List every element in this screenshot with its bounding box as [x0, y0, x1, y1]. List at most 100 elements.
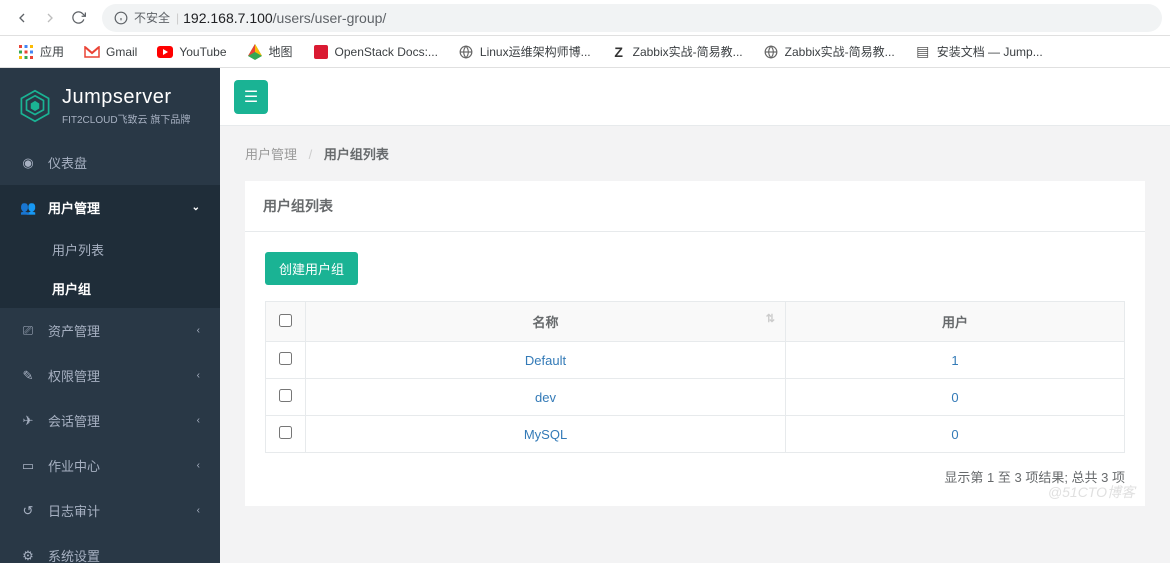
sidebar-item-settings[interactable]: ⚙ 系统设置: [0, 533, 220, 563]
bookmark-label: YouTube: [179, 45, 226, 59]
youtube-icon: [157, 44, 173, 60]
bookmark-label: 地图: [269, 43, 293, 60]
row-checkbox[interactable]: [279, 426, 292, 439]
address-bar[interactable]: 不安全 | 192.168.7.100/users/user-group/: [102, 4, 1162, 32]
sidebar-item-sessions[interactable]: ✈ 会话管理 ‹: [0, 398, 220, 443]
bookmark-openstack[interactable]: OpenStack Docs:...: [305, 40, 446, 64]
terminal-icon: ▭: [20, 458, 36, 474]
bookmark-maps[interactable]: 地图: [239, 39, 301, 64]
sidebar-item-label: 日志审计: [48, 501, 100, 520]
edit-icon: ✎: [20, 368, 36, 384]
sidebar-item-assets[interactable]: ⎚ 资产管理 ‹: [0, 308, 220, 353]
group-users-link[interactable]: 0: [951, 390, 958, 405]
group-users-link[interactable]: 0: [951, 427, 958, 442]
maps-icon: [247, 44, 263, 60]
url-path: /users/user-group/: [273, 10, 387, 26]
sidebar-subitem-userlist[interactable]: 用户列表: [0, 230, 220, 269]
table-info: 显示第 1 至 3 项结果; 总共 3 项: [265, 467, 1125, 486]
back-button[interactable]: [8, 4, 36, 32]
logo[interactable]: Jumpserver FIT2CLOUD飞致云 旗下品牌: [0, 68, 220, 140]
panel: 用户组列表 创建用户组 名称⇅ 用户 Default: [245, 181, 1145, 506]
sidebar-item-label: 资产管理: [48, 321, 100, 340]
bookmark-zabbix2[interactable]: Zabbix实战-简易教...: [755, 39, 903, 64]
history-icon: ↺: [20, 503, 36, 519]
info-icon: [114, 11, 128, 25]
sidebar-item-audits[interactable]: ↺ 日志审计 ‹: [0, 488, 220, 533]
globe-icon: [458, 44, 474, 60]
forward-button[interactable]: [36, 4, 64, 32]
sidebar-item-label: 系统设置: [48, 546, 100, 563]
group-name-link[interactable]: dev: [535, 390, 556, 405]
row-checkbox[interactable]: [279, 389, 292, 402]
chevron-left-icon: ‹: [197, 460, 200, 471]
bookmark-linux[interactable]: Linux运维架构师博...: [450, 39, 599, 64]
sidebar-toggle-button[interactable]: ☰: [234, 80, 268, 114]
inbox-icon: ⎚: [20, 323, 36, 339]
sort-icon: ⇅: [766, 312, 775, 325]
column-users[interactable]: 用户: [786, 302, 1125, 342]
breadcrumb: 用户管理 / 用户组列表: [220, 126, 1170, 181]
rocket-icon: ✈: [20, 413, 36, 429]
gear-icon: ⚙: [20, 548, 36, 563]
row-checkbox[interactable]: [279, 352, 292, 365]
globe-icon: [763, 44, 779, 60]
sidebar-item-users[interactable]: 👥 用户管理 ⌄: [0, 185, 220, 230]
select-all-checkbox[interactable]: [279, 314, 292, 327]
reload-button[interactable]: [64, 4, 92, 32]
table-row: dev 0: [266, 379, 1125, 416]
zabbix-icon: Z: [611, 44, 627, 60]
usergroup-table: 名称⇅ 用户 Default 1 dev 0: [265, 301, 1125, 453]
menu-icon: ☰: [244, 87, 258, 107]
bookmark-label: Zabbix实战-简易教...: [633, 43, 743, 60]
group-name-link[interactable]: MySQL: [524, 427, 567, 442]
chevron-left-icon: ‹: [197, 505, 200, 516]
bookmark-label: Zabbix实战-简易教...: [785, 43, 895, 60]
browser-nav-bar: 不安全 | 192.168.7.100/users/user-group/: [0, 0, 1170, 36]
bookmark-label: 安装文档 — Jump...: [937, 43, 1043, 60]
group-users-link[interactable]: 1: [951, 353, 958, 368]
bookmark-label: Gmail: [106, 45, 137, 59]
sidebar-item-label: 仪表盘: [48, 153, 87, 172]
sidebar-item-label: 用户组: [52, 282, 91, 297]
dashboard-icon: ◉: [20, 155, 36, 171]
logo-icon: [18, 89, 52, 123]
group-name-link[interactable]: Default: [525, 353, 566, 368]
create-usergroup-button[interactable]: 创建用户组: [265, 252, 358, 285]
column-name[interactable]: 名称⇅: [306, 302, 786, 342]
doc-icon: ▤: [915, 44, 931, 60]
bookmarks-bar: 应用 Gmail YouTube 地图 OpenStack Docs:... L…: [0, 36, 1170, 68]
watermark: @51CTO博客: [1048, 482, 1135, 502]
sidebar-subitem-usergroup[interactable]: 用户组: [0, 269, 220, 308]
bookmark-apps[interactable]: 应用: [10, 39, 72, 64]
select-all-header: [266, 302, 306, 342]
bookmark-label: 应用: [40, 43, 64, 60]
bookmark-zabbix1[interactable]: Z Zabbix实战-简易教...: [603, 39, 751, 64]
chevron-left-icon: ‹: [197, 370, 200, 381]
bookmark-youtube[interactable]: YouTube: [149, 40, 234, 64]
bookmark-label: Linux运维架构师博...: [480, 43, 591, 60]
chevron-down-icon: ⌄: [192, 202, 200, 213]
sidebar-item-label: 会话管理: [48, 411, 100, 430]
panel-title: 用户组列表: [245, 181, 1145, 232]
bookmark-install[interactable]: ▤ 安装文档 — Jump...: [907, 39, 1051, 64]
logo-title: Jumpserver: [62, 86, 190, 109]
sidebar-item-dashboard[interactable]: ◉ 仪表盘: [0, 140, 220, 185]
sidebar-item-perms[interactable]: ✎ 权限管理 ‹: [0, 353, 220, 398]
bookmark-gmail[interactable]: Gmail: [76, 40, 145, 64]
users-icon: 👥: [20, 200, 36, 216]
table-row: MySQL 0: [266, 416, 1125, 453]
breadcrumb-separator: /: [309, 147, 313, 162]
breadcrumb-parent[interactable]: 用户管理: [245, 147, 297, 162]
url-host: 192.168.7.100: [183, 10, 273, 26]
gmail-icon: [84, 44, 100, 60]
logo-subtitle: FIT2CLOUD飞致云 旗下品牌: [62, 111, 190, 126]
security-label: 不安全: [134, 9, 170, 26]
breadcrumb-current: 用户组列表: [324, 147, 389, 162]
sidebar-item-label: 用户列表: [52, 243, 104, 258]
chevron-left-icon: ‹: [197, 325, 200, 336]
table-row: Default 1: [266, 342, 1125, 379]
sidebar-item-label: 权限管理: [48, 366, 100, 385]
sidebar-item-jobs[interactable]: ▭ 作业中心 ‹: [0, 443, 220, 488]
sidebar: Jumpserver FIT2CLOUD飞致云 旗下品牌 ◉ 仪表盘 👥 用户管…: [0, 68, 220, 563]
main-content: ☰ 用户管理 / 用户组列表 用户组列表 创建用户组 名称⇅ 用户: [220, 68, 1170, 563]
